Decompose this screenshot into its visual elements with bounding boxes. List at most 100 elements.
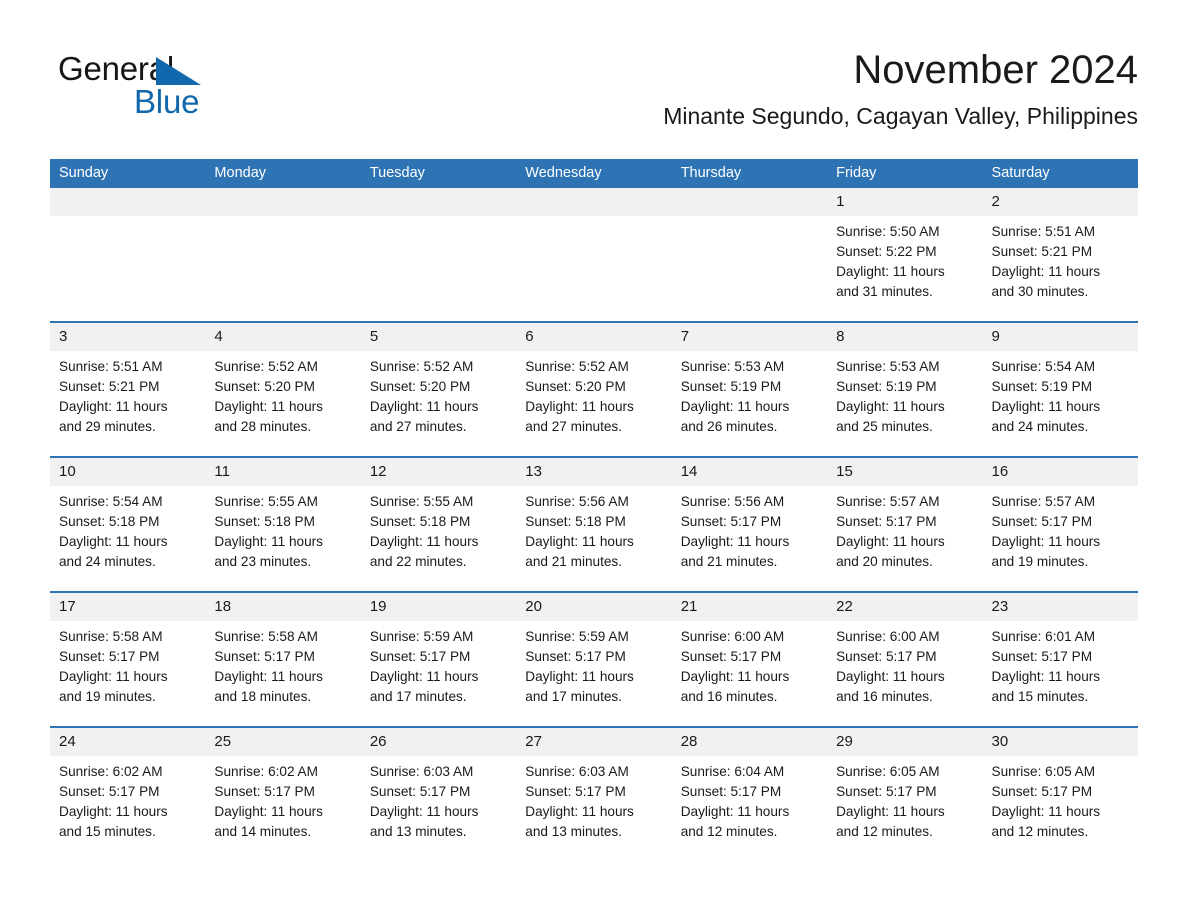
day-cell[interactable]: 13 Sunrise: 5:56 AM Sunset: 5:18 PM Dayl…	[516, 458, 672, 591]
sunrise-line: Sunrise: 6:01 AM	[991, 629, 1096, 644]
day-number: 19	[369, 598, 387, 615]
sunrise-line: Sunrise: 5:58 AM	[214, 629, 318, 644]
daylight-line2: and 13 minutes.	[525, 824, 622, 839]
day-cell[interactable]: 1 Sunrise: 5:50 AM Sunset: 5:22 PM Dayli…	[827, 188, 983, 321]
daylight-line1: Daylight: 11 hours	[369, 669, 479, 684]
day-cell[interactable]: 3 Sunrise: 5:51 AM Sunset: 5:21 PM Dayli…	[50, 323, 206, 456]
sunset-line: Sunset: 5:17 PM	[991, 649, 1093, 664]
daylight-line2: and 31 minutes.	[836, 284, 933, 299]
day-cell[interactable]: 26 Sunrise: 6:03 AM Sunset: 5:17 PM Dayl…	[360, 728, 517, 861]
weekday-header-friday: Friday	[836, 165, 877, 181]
day-number: 11	[214, 463, 230, 480]
daylight-line1: Daylight: 11 hours	[59, 534, 168, 549]
daylight-line2: and 23 minutes.	[214, 554, 312, 569]
day-cell[interactable]: 27 Sunrise: 6:03 AM Sunset: 5:17 PM Dayl…	[516, 728, 672, 861]
day-cell[interactable]: 9 Sunrise: 5:54 AM Sunset: 5:19 PM Dayli…	[982, 323, 1138, 456]
day-number: 25	[214, 733, 232, 750]
day-cell[interactable]: 12 Sunrise: 5:55 AM Sunset: 5:18 PM Dayl…	[360, 458, 517, 591]
daylight-line2: and 19 minutes.	[59, 689, 156, 704]
day-info: Sunrise: 6:04 AM Sunset: 5:17 PM Dayligh…	[672, 756, 827, 842]
day-info: Sunrise: 5:59 AM Sunset: 5:17 PM Dayligh…	[361, 621, 516, 707]
sunset-line: Sunset: 5:19 PM	[991, 379, 1093, 394]
weekday-header-saturday: Saturday	[991, 165, 1050, 181]
calendar-page: General Blue November 2024 Minante Segun…	[0, 0, 1188, 918]
daylight-line2: and 22 minutes.	[369, 554, 467, 569]
day-number: 4	[214, 328, 223, 345]
day-cell[interactable]: 28 Sunrise: 6:04 AM Sunset: 5:17 PM Dayl…	[671, 728, 828, 861]
day-cell[interactable]: 7 Sunrise: 5:53 AM Sunset: 5:19 PM Dayli…	[671, 323, 828, 456]
day-cell[interactable]	[360, 188, 517, 321]
daylight-line2: and 20 minutes.	[836, 554, 933, 569]
day-number: 7	[680, 328, 690, 345]
sunset-line: Sunset: 5:22 PM	[836, 244, 937, 259]
daylight-line1: Daylight: 11 hours	[369, 804, 479, 819]
day-cell[interactable]: 24 Sunrise: 6:02 AM Sunset: 5:17 PM Dayl…	[50, 728, 206, 861]
day-number-band: 16	[982, 458, 1138, 486]
day-info: Sunrise: 5:51 AM Sunset: 5:21 PM Dayligh…	[983, 216, 1138, 302]
day-cell[interactable]: 23 Sunrise: 6:01 AM Sunset: 5:17 PM Dayl…	[982, 593, 1138, 726]
daylight-line1: Daylight: 11 hours	[836, 399, 945, 414]
day-cell[interactable]: 21 Sunrise: 6:00 AM Sunset: 5:17 PM Dayl…	[671, 593, 828, 726]
day-cell[interactable]: 18 Sunrise: 5:58 AM Sunset: 5:17 PM Dayl…	[205, 593, 361, 726]
day-cell[interactable]: 20 Sunrise: 5:59 AM Sunset: 5:17 PM Dayl…	[516, 593, 672, 726]
sunrise-line: Sunrise: 5:52 AM	[525, 359, 629, 374]
daylight-line2: and 27 minutes.	[525, 419, 622, 434]
day-info: Sunrise: 5:52 AM Sunset: 5:20 PM Dayligh…	[516, 351, 671, 437]
day-cell[interactable]: 19 Sunrise: 5:59 AM Sunset: 5:17 PM Dayl…	[360, 593, 517, 726]
day-cell[interactable]: 8 Sunrise: 5:53 AM Sunset: 5:19 PM Dayli…	[827, 323, 983, 456]
calendar-grid: Sunday Monday Tuesday Wednesday Thursday…	[50, 159, 1138, 861]
sunset-line: Sunset: 5:21 PM	[59, 379, 160, 394]
day-cell[interactable]: 30 Sunrise: 6:05 AM Sunset: 5:17 PM Dayl…	[982, 728, 1138, 861]
day-number: 18	[214, 598, 232, 615]
daylight-line2: and 17 minutes.	[369, 689, 467, 704]
daylight-line2: and 16 minutes.	[680, 689, 778, 704]
day-cell[interactable]: 11 Sunrise: 5:55 AM Sunset: 5:18 PM Dayl…	[205, 458, 361, 591]
day-info: Sunrise: 5:56 AM Sunset: 5:17 PM Dayligh…	[672, 486, 827, 572]
day-cell[interactable]	[205, 188, 361, 321]
sunrise-line: Sunrise: 6:03 AM	[369, 764, 474, 779]
day-number-band: 5	[360, 323, 517, 351]
daylight-line2: and 30 minutes.	[991, 284, 1089, 299]
day-cell[interactable]	[516, 188, 672, 321]
sunset-line: Sunset: 5:18 PM	[525, 514, 626, 529]
day-cell[interactable]	[671, 188, 828, 321]
day-info: Sunrise: 5:55 AM Sunset: 5:18 PM Dayligh…	[361, 486, 516, 572]
daylight-line1: Daylight: 11 hours	[525, 399, 634, 414]
day-number: 9	[991, 328, 1000, 345]
day-cell[interactable]: 15 Sunrise: 5:57 AM Sunset: 5:17 PM Dayl…	[827, 458, 983, 591]
day-cell[interactable]: 5 Sunrise: 5:52 AM Sunset: 5:20 PM Dayli…	[360, 323, 517, 456]
daylight-line2: and 17 minutes.	[525, 689, 622, 704]
day-cell[interactable]: 25 Sunrise: 6:02 AM Sunset: 5:17 PM Dayl…	[205, 728, 361, 861]
sunrise-line: Sunrise: 6:00 AM	[680, 629, 785, 644]
daylight-line1: Daylight: 11 hours	[214, 669, 323, 684]
day-cell[interactable]: 14 Sunrise: 5:56 AM Sunset: 5:17 PM Dayl…	[671, 458, 828, 591]
day-cell[interactable]: 6 Sunrise: 5:52 AM Sunset: 5:20 PM Dayli…	[516, 323, 672, 456]
day-cell[interactable]: 2 Sunrise: 5:51 AM Sunset: 5:21 PM Dayli…	[982, 188, 1138, 321]
day-cell[interactable]: 16 Sunrise: 5:57 AM Sunset: 5:17 PM Dayl…	[982, 458, 1138, 591]
sunset-line: Sunset: 5:18 PM	[59, 514, 160, 529]
day-info: Sunrise: 5:54 AM Sunset: 5:18 PM Dayligh…	[50, 486, 205, 572]
day-number-band: 1	[827, 188, 983, 216]
day-cell[interactable]	[50, 188, 206, 321]
day-number-band	[50, 188, 206, 216]
weekday-header-monday: Monday	[214, 165, 267, 181]
sunset-line: Sunset: 5:17 PM	[991, 784, 1093, 799]
day-cell[interactable]: 17 Sunrise: 5:58 AM Sunset: 5:17 PM Dayl…	[50, 593, 206, 726]
sunset-line: Sunset: 5:17 PM	[991, 514, 1093, 529]
day-info	[361, 216, 516, 222]
day-number-band: 2	[982, 188, 1138, 216]
day-number-band	[205, 188, 361, 216]
sunset-line: Sunset: 5:17 PM	[680, 784, 782, 799]
day-cell[interactable]: 22 Sunrise: 6:00 AM Sunset: 5:17 PM Dayl…	[827, 593, 983, 726]
sunset-line: Sunset: 5:17 PM	[214, 649, 315, 664]
weekday-header-thursday: Thursday	[680, 165, 742, 181]
day-number-band: 9	[982, 323, 1138, 351]
day-info: Sunrise: 5:51 AM Sunset: 5:21 PM Dayligh…	[50, 351, 205, 437]
day-cell[interactable]: 10 Sunrise: 5:54 AM Sunset: 5:18 PM Dayl…	[50, 458, 206, 591]
week-row: 1 Sunrise: 5:50 AM Sunset: 5:22 PM Dayli…	[50, 188, 1138, 321]
day-cell[interactable]: 4 Sunrise: 5:52 AM Sunset: 5:20 PM Dayli…	[205, 323, 361, 456]
day-cell[interactable]: 29 Sunrise: 6:05 AM Sunset: 5:17 PM Dayl…	[827, 728, 983, 861]
day-number-band: 23	[982, 593, 1138, 621]
generalblue-logo[interactable]: General Blue	[58, 52, 258, 128]
daylight-line2: and 21 minutes.	[680, 554, 778, 569]
